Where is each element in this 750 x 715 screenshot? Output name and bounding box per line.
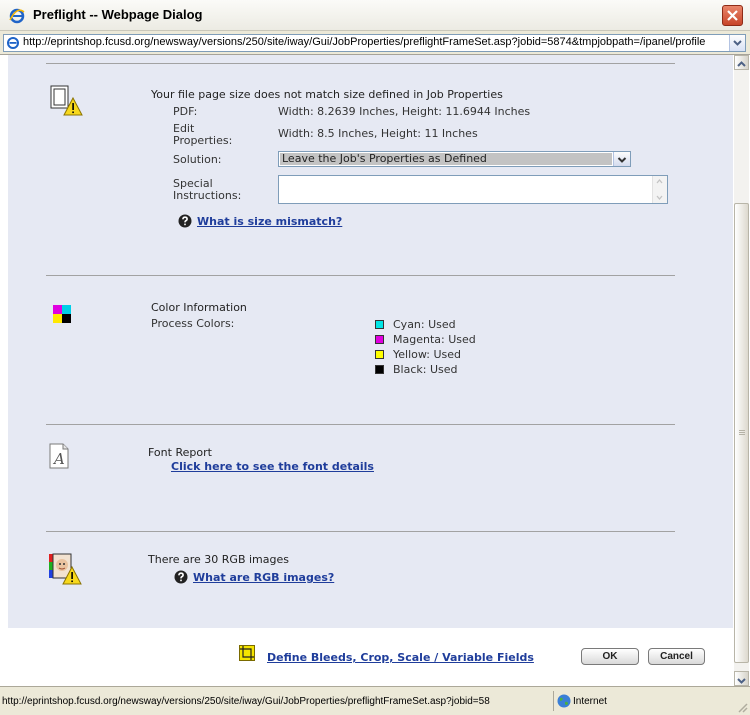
scroll-arrows-icon	[656, 178, 663, 201]
cyan-status: Cyan: Used	[393, 318, 456, 331]
special-instructions-textarea[interactable]	[278, 175, 668, 204]
solution-selected-value: Leave the Job's Properties as Defined	[280, 153, 612, 165]
yellow-swatch	[375, 350, 384, 359]
magenta-status: Magenta: Used	[393, 333, 476, 346]
status-url: http://eprintshop.fcusd.org/newsway/vers…	[2, 696, 490, 707]
solution-dropdown-button[interactable]	[613, 152, 630, 166]
instructions-label: Instructions:	[173, 189, 242, 202]
page-warning-icon	[50, 85, 83, 116]
edit-size-value: Width: 8.5 Inches, Height: 11 Inches	[278, 127, 478, 140]
ie-icon	[9, 8, 25, 24]
divider	[46, 531, 675, 532]
pdf-label: PDF:	[173, 105, 198, 118]
rgb-count-heading: There are 30 RGB images	[148, 553, 289, 566]
chevron-up-icon	[737, 61, 746, 67]
size-mismatch-help-link[interactable]: What is size mismatch?	[197, 215, 342, 228]
grip-line	[739, 434, 745, 435]
cancel-button[interactable]: Cancel	[648, 648, 705, 665]
scroll-down-button[interactable]	[734, 671, 749, 686]
textarea-scrollbar[interactable]	[652, 176, 667, 203]
define-bleeds-link[interactable]: Define Bleeds, Crop, Scale / Variable Fi…	[267, 651, 534, 664]
solution-select[interactable]: Leave the Job's Properties as Defined	[278, 151, 631, 167]
size-mismatch-heading: Your file page size does not match size …	[151, 88, 503, 101]
address-field[interactable]: http://eprintshop.fcusd.org/newsway/vers…	[3, 34, 746, 52]
font-details-link[interactable]: Click here to see the font details	[171, 460, 374, 473]
cyan-swatch	[375, 320, 384, 329]
scrollbar-thumb[interactable]	[734, 203, 749, 663]
cmyk-icon	[53, 305, 71, 323]
chevron-down-icon	[733, 40, 742, 46]
pdf-size-value: Width: 8.2639 Inches, Height: 11.6944 In…	[278, 105, 531, 118]
font-report-heading: Font Report	[148, 446, 212, 459]
black-status: Black: Used	[393, 363, 458, 376]
process-colors-label: Process Colors:	[151, 317, 235, 330]
magenta-swatch	[375, 335, 384, 344]
close-button[interactable]	[722, 5, 743, 26]
globe-icon	[557, 694, 571, 708]
color-info-heading: Color Information	[151, 301, 247, 314]
ok-button[interactable]: OK	[581, 648, 639, 665]
divider	[46, 63, 675, 64]
divider	[46, 275, 675, 276]
font-icon: A	[49, 443, 69, 469]
status-separator	[553, 691, 554, 711]
crop-icon	[239, 645, 255, 661]
preflight-content: Your file page size does not match size …	[8, 55, 733, 628]
dialog-footer: Define Bleeds, Crop, Scale / Variable Fi…	[8, 628, 733, 667]
security-zone: Internet	[573, 696, 607, 707]
resize-grip-icon[interactable]	[736, 701, 748, 713]
rgb-image-warning-icon	[49, 553, 82, 585]
yellow-status: Yellow: Used	[393, 348, 461, 361]
address-dropdown-button[interactable]	[729, 35, 745, 51]
address-bar: http://eprintshop.fcusd.org/newsway/vers…	[0, 31, 750, 55]
black-swatch	[375, 365, 384, 374]
chevron-down-icon	[617, 157, 627, 163]
grip-line	[739, 432, 745, 433]
properties-label: Properties:	[173, 134, 233, 147]
scroll-up-button[interactable]	[734, 55, 749, 70]
page-ie-icon	[7, 37, 19, 49]
close-icon	[727, 10, 738, 21]
divider	[46, 424, 675, 425]
window-title: Preflight -- Webpage Dialog	[33, 7, 203, 22]
grip-line	[739, 430, 745, 431]
address-url: http://eprintshop.fcusd.org/newsway/vers…	[23, 36, 706, 48]
vertical-scrollbar[interactable]	[734, 55, 749, 686]
svg-text:A: A	[52, 450, 65, 468]
help-icon	[174, 570, 188, 584]
solution-label: Solution:	[173, 153, 222, 166]
rgb-help-link[interactable]: What are RGB images?	[193, 571, 334, 584]
help-icon	[178, 214, 192, 228]
title-bar: Preflight -- Webpage Dialog	[0, 0, 750, 31]
status-bar: http://eprintshop.fcusd.org/newsway/vers…	[0, 686, 750, 715]
